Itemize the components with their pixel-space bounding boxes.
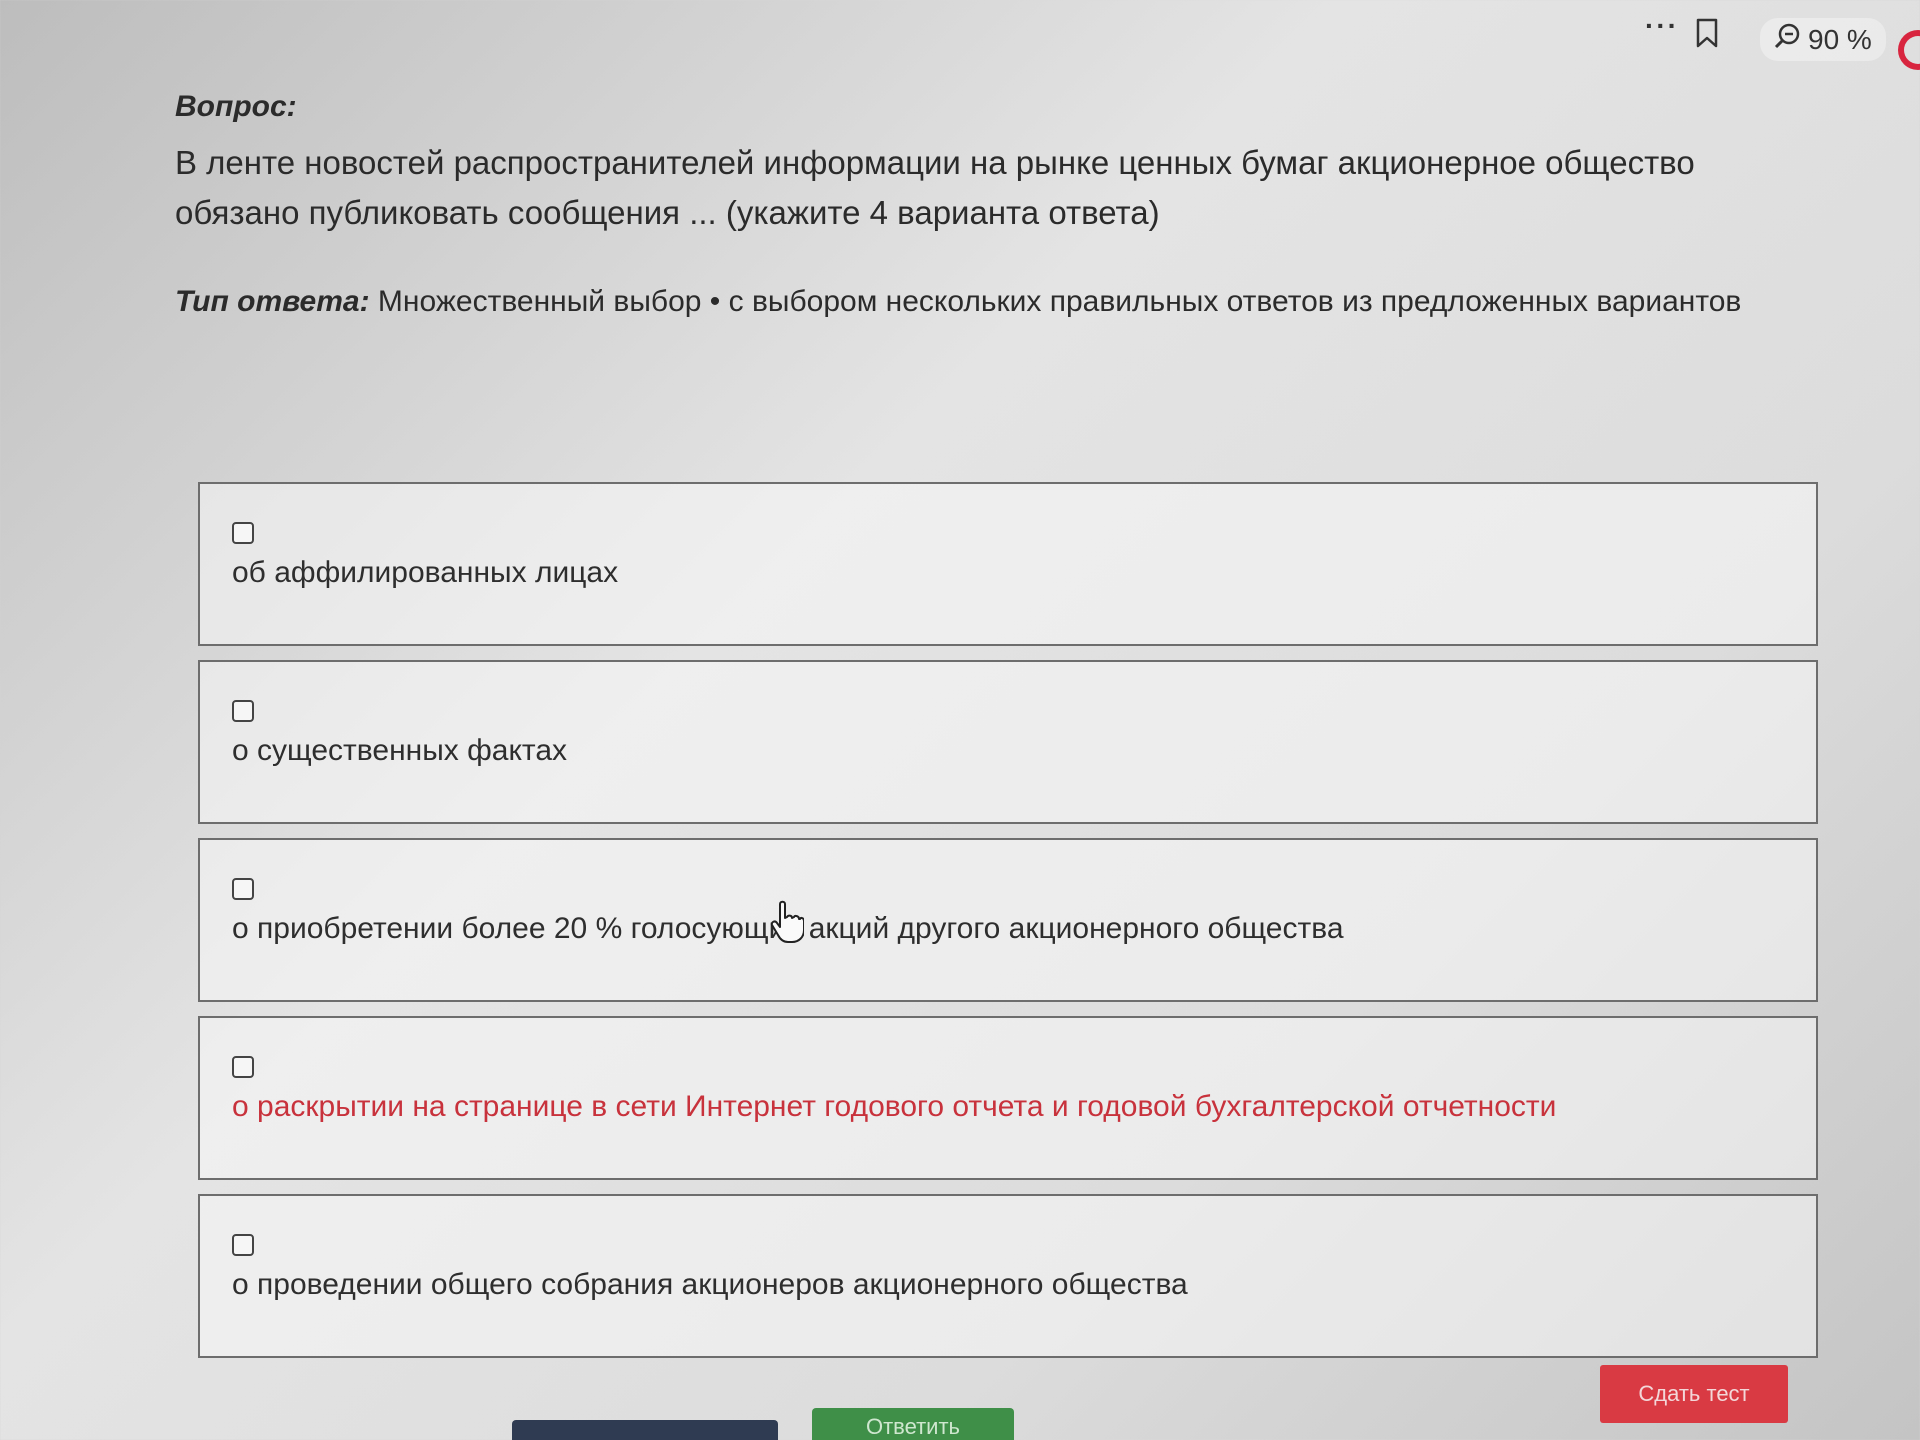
answer-option[interactable]: об аффилированных лицах	[198, 482, 1818, 646]
answer-option[interactable]: о раскрытии на странице в сети Интернет …	[198, 1016, 1818, 1180]
bookmark-icon[interactable]	[1695, 18, 1719, 48]
option-label: о приобретении более 20 % голосующих акц…	[232, 912, 1344, 945]
zoom-value: 90 %	[1808, 23, 1872, 55]
nav-button[interactable]	[512, 1420, 778, 1440]
question-text: В ленте новостей распространителей инфор…	[175, 144, 1695, 231]
browser-toolbar: ··· 90 %	[0, 0, 1920, 95]
answer-button[interactable]: Ответить	[812, 1408, 1014, 1440]
answer-option[interactable]: о приобретении более 20 % голосующих акц…	[198, 838, 1818, 1002]
option-label: об аффилированных лицах	[232, 556, 619, 589]
option-label: о проведении общего собрания акционеров …	[232, 1268, 1188, 1301]
option-label: о раскрытии на странице в сети Интернет …	[232, 1090, 1557, 1123]
option-checkbox[interactable]	[232, 522, 254, 544]
option-checkbox[interactable]	[232, 1234, 254, 1256]
question-block: Вопрос: В ленте новостей распространител…	[175, 90, 1835, 319]
zoom-out-icon	[1774, 22, 1802, 57]
hand-cursor-icon	[770, 900, 805, 944]
option-checkbox[interactable]	[232, 878, 254, 900]
more-dots-icon[interactable]: ···	[1645, 10, 1679, 42]
answer-option[interactable]: о существенных фактах	[198, 660, 1818, 824]
answer-type-value: Множественный выбор • с выбором нескольк…	[377, 285, 1742, 318]
answer-type: Тип ответа: Множественный выбор • с выбо…	[175, 285, 1835, 319]
question-label: Вопрос:	[175, 90, 297, 123]
option-checkbox[interactable]	[232, 1056, 254, 1078]
option-checkbox[interactable]	[232, 700, 254, 722]
submit-test-button[interactable]: Сдать тест	[1600, 1365, 1788, 1423]
option-label: о существенных фактах	[232, 734, 568, 767]
profile-icon[interactable]	[1898, 30, 1920, 70]
answer-option[interactable]: о проведении общего собрания акционеров …	[198, 1194, 1818, 1358]
answer-type-label: Тип ответа:	[175, 285, 370, 318]
zoom-indicator[interactable]: 90 %	[1760, 18, 1886, 61]
answer-options: об аффилированных лицах о существенных ф…	[198, 482, 1818, 1372]
